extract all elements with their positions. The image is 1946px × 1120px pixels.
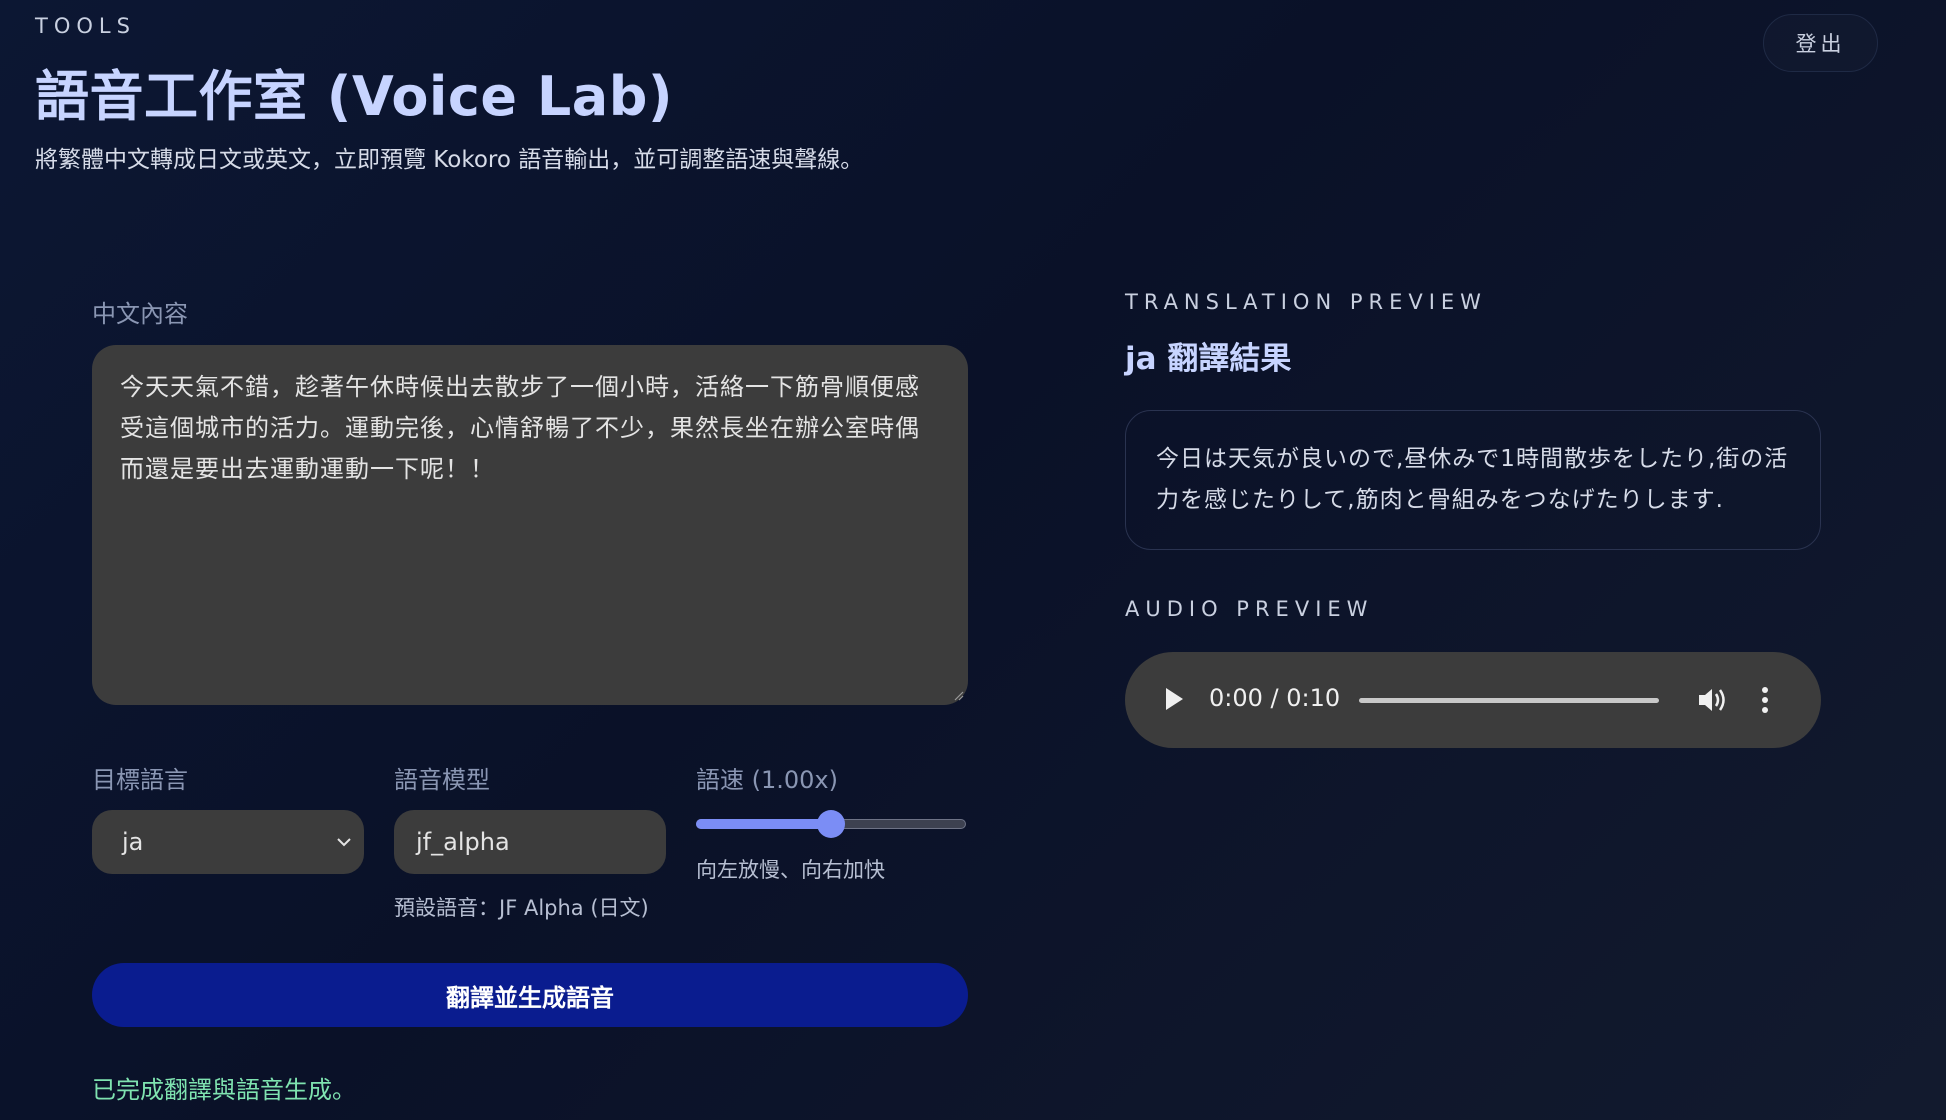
resize-grip-icon[interactable] <box>952 689 964 701</box>
audio-progress-bar[interactable] <box>1359 698 1659 703</box>
more-vertical-icon[interactable] <box>1761 686 1769 714</box>
voice-model-hint: 預設語音：JF Alpha (日文) <box>394 896 649 920</box>
volume-icon[interactable] <box>1697 685 1729 715</box>
voice-model-label: 語音模型 <box>394 766 490 794</box>
chinese-content-textarea[interactable]: 今天天氣不錯，趁著午休時候出去散步了一個小時，活絡一下筋骨順便感受這個城市的活力… <box>92 345 968 705</box>
speed-slider[interactable] <box>696 810 966 838</box>
voice-model-value: jf_alpha <box>416 828 510 856</box>
status-message: 已完成翻譯與語音生成。 <box>92 1076 356 1104</box>
chevron-down-icon <box>337 838 351 847</box>
translate-generate-button[interactable]: 翻譯並生成語音 <box>92 963 968 1027</box>
translation-result-title: ja 翻譯結果 <box>1125 341 1292 377</box>
logout-button[interactable]: 登出 <box>1763 14 1878 72</box>
speed-hint: 向左放慢、向右加快 <box>696 858 885 882</box>
speed-slider-fill <box>696 819 831 829</box>
target-language-value: ja <box>122 828 144 856</box>
translation-preview-eyebrow: TRANSLATION PREVIEW <box>1125 290 1487 314</box>
translation-result-text: 今日は天気が良いので,昼休みで1時間散歩をしたり,街の活力を感じたりして,筋肉と… <box>1156 446 1789 513</box>
target-language-label: 目標語言 <box>92 766 188 794</box>
chinese-content-text: 今天天氣不錯，趁著午休時候出去散步了一個小時，活絡一下筋骨順便感受這個城市的活力… <box>120 373 920 483</box>
play-icon[interactable] <box>1163 686 1185 712</box>
target-language-select[interactable]: ja <box>92 810 364 874</box>
translation-result-box: 今日は天気が良いので,昼休みで1時間散歩をしたり,街の活力を感じたりして,筋肉と… <box>1125 410 1821 550</box>
content-label: 中文內容 <box>92 300 188 328</box>
speed-label: 語速 (1.00x) <box>696 766 838 794</box>
speed-slider-thumb[interactable] <box>817 810 845 838</box>
page-title: 語音工作室 (Voice Lab) <box>35 65 674 128</box>
audio-player[interactable]: 0:00 / 0:10 <box>1125 652 1821 748</box>
voice-lab-page: TOOLS 語音工作室 (Voice Lab) 將繁體中文轉成日文或英文，立即預… <box>0 0 1946 1120</box>
page-subtitle: 將繁體中文轉成日文或英文，立即預覽 Kokoro 語音輸出，並可調整語速與聲線。 <box>35 147 864 173</box>
section-eyebrow-tools: TOOLS <box>35 14 136 38</box>
audio-time: 0:00 / 0:10 <box>1209 684 1341 712</box>
voice-model-input[interactable]: jf_alpha <box>394 810 666 874</box>
audio-preview-eyebrow: AUDIO PREVIEW <box>1125 597 1374 621</box>
